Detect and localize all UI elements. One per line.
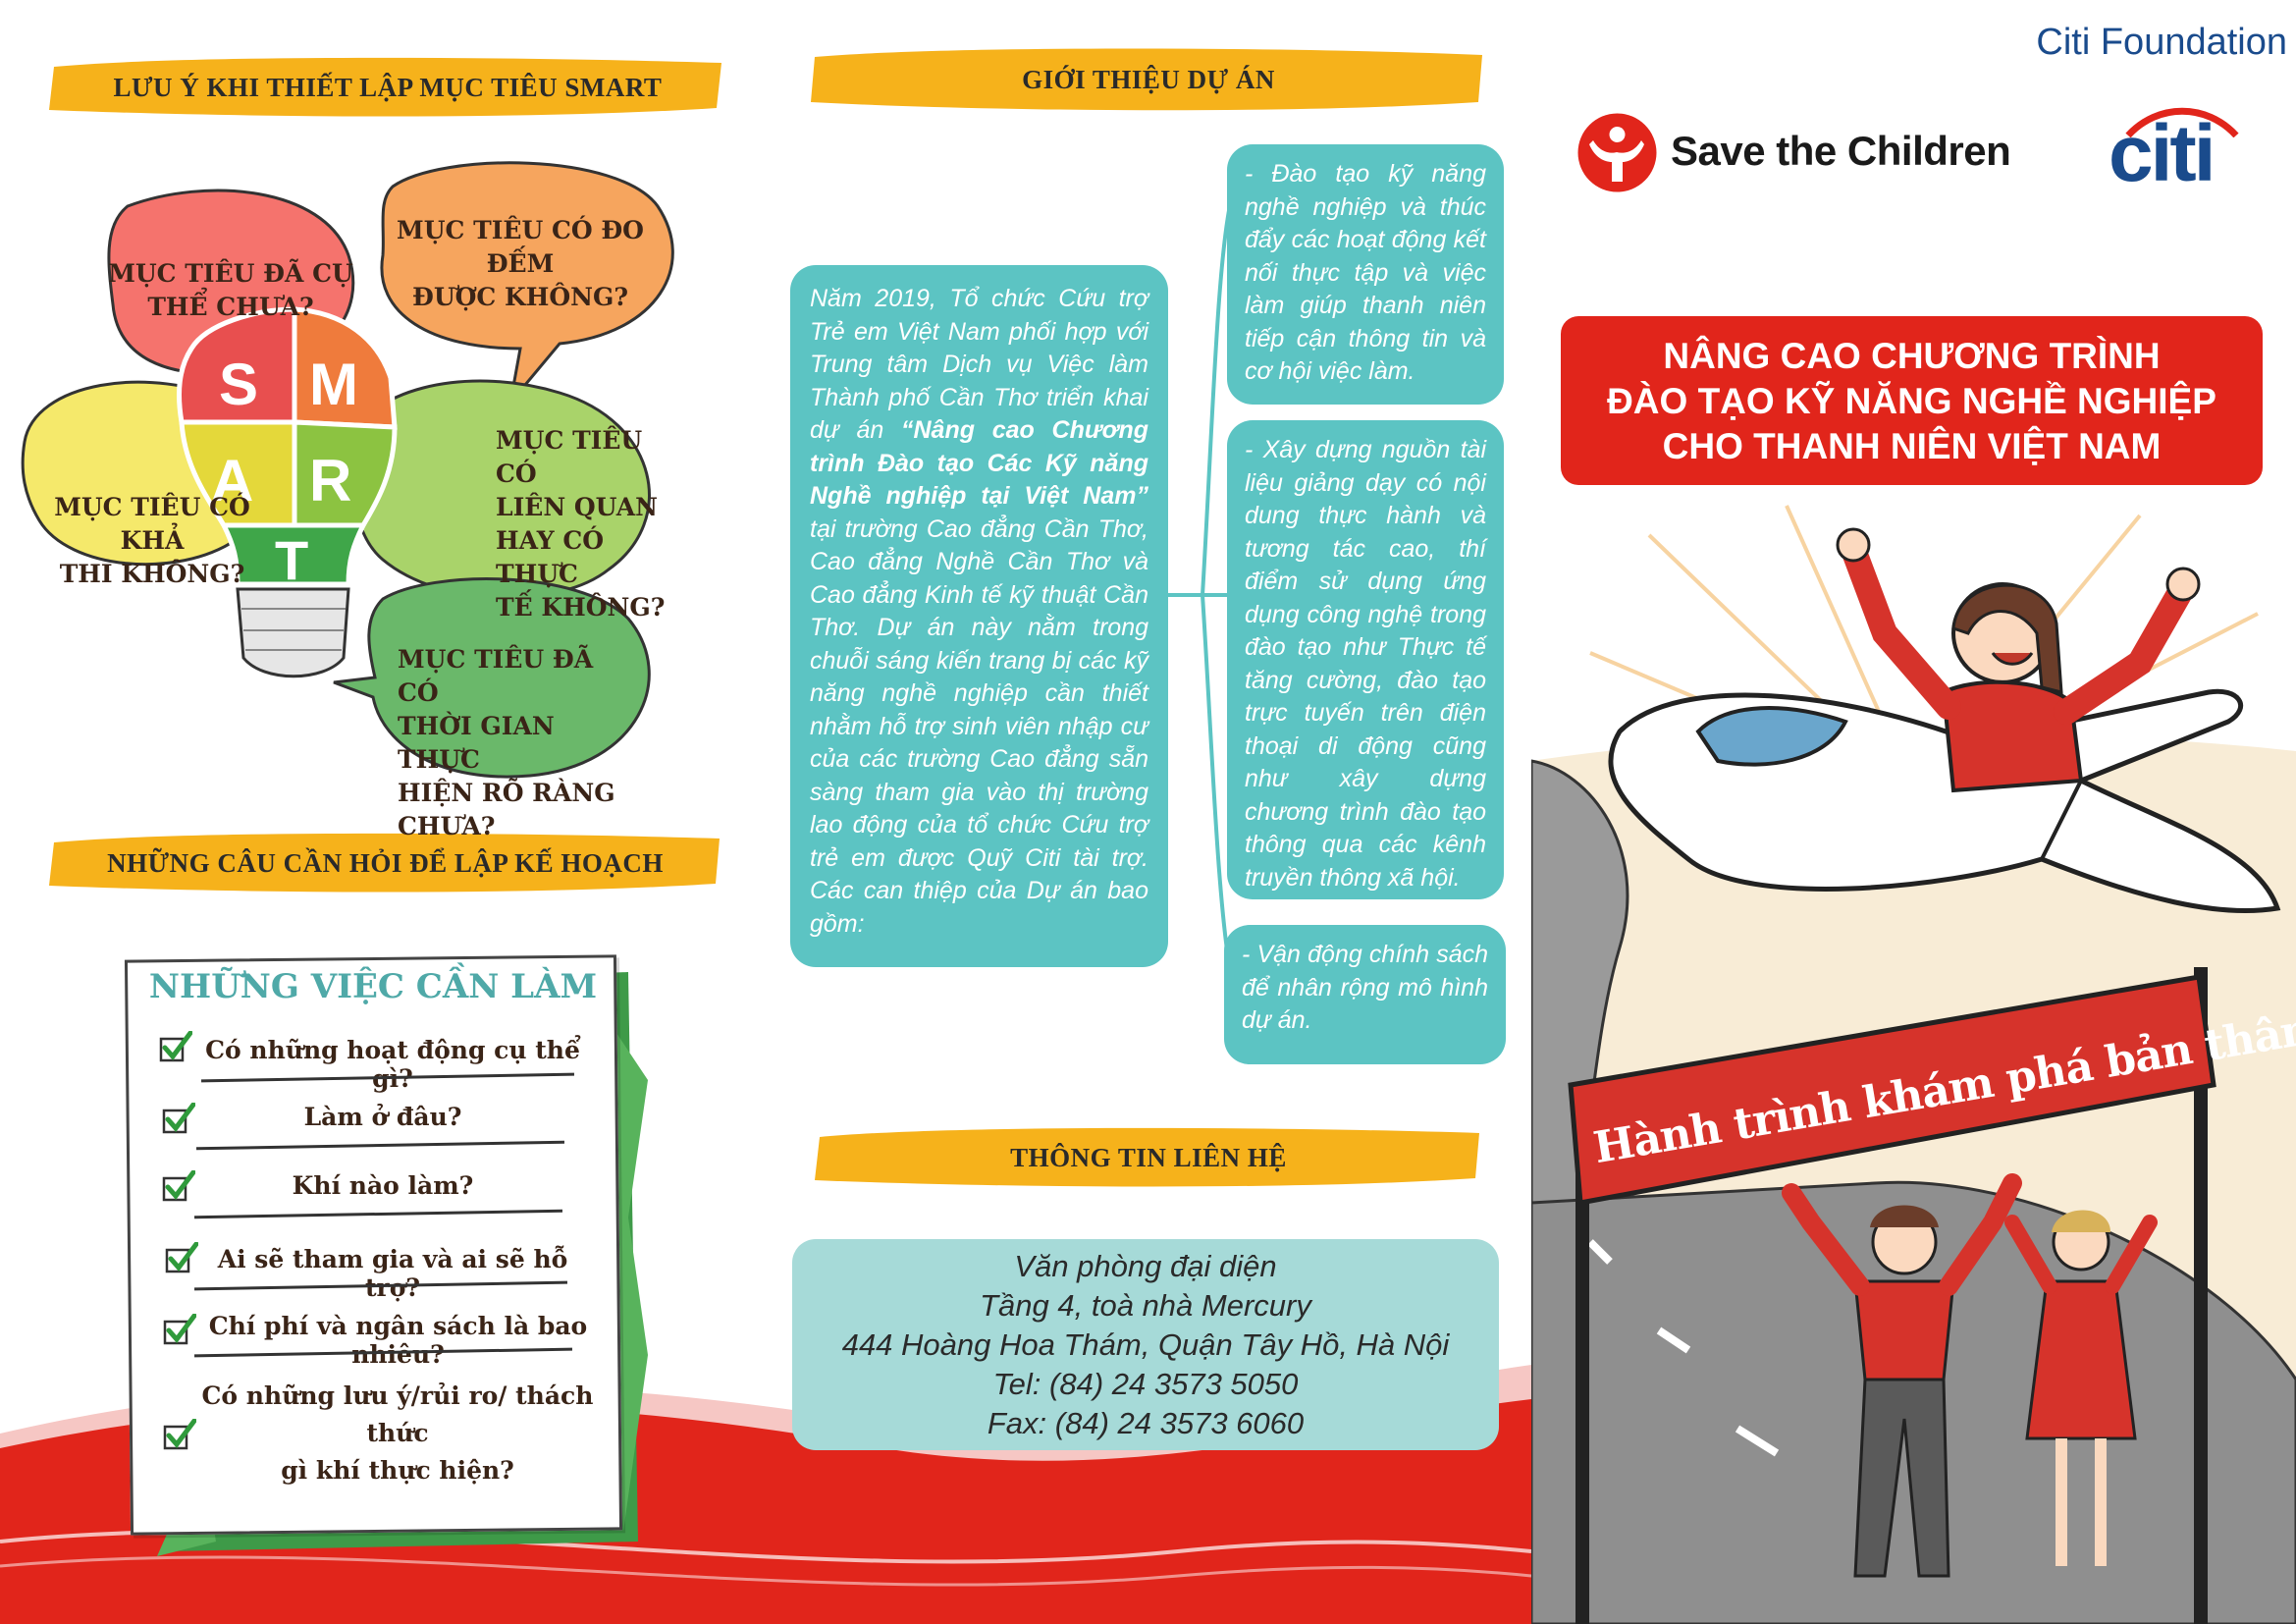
bubble-relevant-text: MỤC TIÊU CÓ LIÊN QUAN HAY CÓ THỰC TẾ KHÔ… (496, 426, 666, 622)
checklist-item: Làm ở đâu? (303, 1103, 462, 1131)
citi-wordmark: citi (2109, 109, 2216, 198)
header-planning-questions-text: NHỮNG CÂU CẦN HỎI ĐỂ LẬP KẾ HOẠCH (107, 847, 664, 878)
cover-title-line: CHO THANH NIÊN VIỆT NAM (1662, 426, 2162, 466)
intervention-box-1: - Đào tạo kỹ năng nghề nghiệp và thúc đẩ… (1227, 144, 1504, 405)
contact-tel: Tel: (84) 24 3573 5050 (992, 1367, 1299, 1401)
save-the-children-logo: Save the Children (1671, 128, 2011, 174)
header-project-intro: GIỚI THIỆU DỰ ÁN (805, 41, 1492, 118)
check-icon (162, 1170, 195, 1202)
bubble-measurable-text: MỤC TIÊU CÓ ĐO ĐẾM ĐƯỢC KHÔNG? (397, 216, 644, 311)
citi-foundation-logo: Citi Foundation (2036, 22, 2287, 63)
header-planning-questions: NHỮNG CÂU CẦN HỎI ĐỂ LẬP KẾ HOẠCH (44, 825, 726, 901)
smart-letter-r: R (309, 448, 351, 514)
header-smart-notes-text: LƯU Ý KHI THIẾT LẬP MỤC TIÊU SMART (113, 72, 663, 102)
contact-building: Tầng 4, toà nhà Mercury (980, 1288, 1311, 1323)
contact-office: Văn phòng đại diện (1014, 1249, 1277, 1283)
check-icon (163, 1314, 196, 1345)
contact-fax: Fax: (84) 24 3573 6060 (987, 1406, 1305, 1440)
checklist-item: Chí phí và ngân sách là bao nhiêu? (208, 1312, 588, 1369)
checklist-item: Có những hoạt động cụ thể gì? (205, 1036, 580, 1093)
header-contact-info-text: THÔNG TIN LIÊN HỆ (1010, 1142, 1287, 1172)
smart-letter-m: M (309, 352, 358, 417)
bubble-specific-text: MỤC TIÊU ĐÃ CỤ THỂ CHƯA? (108, 259, 353, 321)
intervention-box-3: - Vận động chính sách để nhân rộng mô hì… (1224, 925, 1506, 1064)
girl-jacket (1941, 679, 2084, 793)
header-smart-notes: LƯU Ý KHI THIẾT LẬP MỤC TIÊU SMART (44, 49, 731, 126)
smart-letter-s: S (219, 352, 258, 417)
save-the-children-icon (1577, 113, 1657, 192)
checklist-item: Khí nào làm? (292, 1171, 474, 1200)
contact-address: 444 Hoàng Hoa Thám, Quận Tây Hồ, Hà Nội (841, 1327, 1450, 1362)
cover-title-line: NÂNG CAO CHƯƠNG TRÌNH (1663, 336, 2161, 376)
bulb-base (236, 587, 350, 678)
cover-title-box: NÂNG CAO CHƯƠNG TRÌNH ĐÀO TẠO KỸ NĂNG NG… (1561, 316, 2263, 485)
citi-logo: citi (2109, 98, 2246, 198)
checklist-title: NHỮNG VIỆC CẦN LÀM (148, 967, 598, 1006)
check-icon (163, 1419, 196, 1450)
check-icon (165, 1242, 198, 1273)
header-project-intro-text: GIỚI THIỆU DỰ ÁN (1022, 64, 1275, 94)
check-icon (159, 1031, 192, 1062)
cover-title-line: ĐÀO TẠO KỸ NĂNG NGHỀ NGHIỆP (1607, 381, 2216, 421)
intervention-box-2: - Xây dựng nguồn tài liệu giảng dạy có n… (1227, 420, 1504, 899)
checklist-item: Có những lưu ý/rủi ro/ thách thức gì khí… (201, 1381, 594, 1485)
bubble-achievable-text: MỤC TIÊU CÓ KHẢ THI KHÔNG? (54, 493, 250, 588)
checklist-item: Ai sẽ tham gia và ai sẽ hỗ trợ? (217, 1245, 568, 1302)
bubble-timebound-text: MỤC TIÊU ĐÃ CÓ THỜI GIAN THỰC HIỆN RÕ RÀ… (398, 645, 615, 840)
contact-box: Văn phòng đại diện Tầng 4, toà nhà Mercu… (792, 1239, 1499, 1450)
check-icon (162, 1103, 195, 1134)
intro-box: Năm 2019, Tổ chức Cứu trợ Trẻ em Việt Na… (790, 265, 1168, 967)
header-contact-info: THÔNG TIN LIÊN HỆ (810, 1119, 1487, 1196)
